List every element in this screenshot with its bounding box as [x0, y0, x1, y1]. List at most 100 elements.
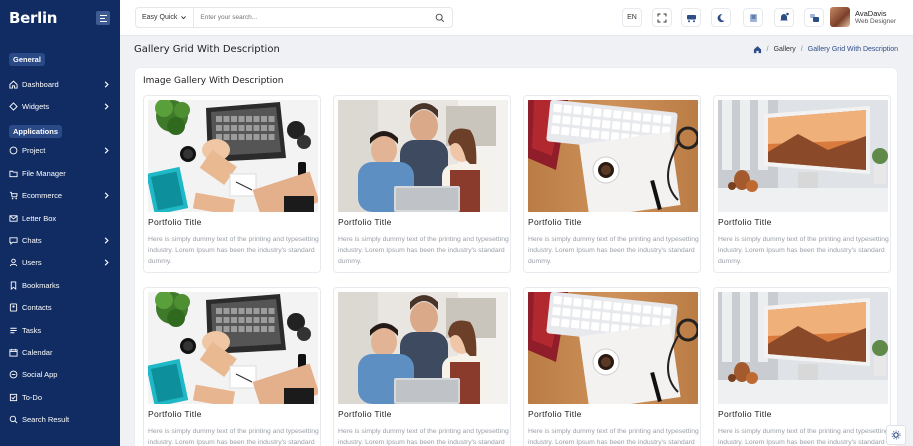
- gallery-item-title: Portfolio Title: [528, 217, 582, 227]
- gallery-item[interactable]: Portfolio Title Here is simply dummy text…: [143, 287, 321, 446]
- fullscreen-icon: [657, 13, 667, 22]
- gallery-item-description: Here is simply dummy text of the printin…: [718, 236, 889, 265]
- sidebar-item-label: Social App: [22, 370, 58, 380]
- todo-icon: [9, 393, 18, 402]
- gallery-item-description: Here is simply dummy text of the printin…: [148, 428, 319, 446]
- avatar: [830, 7, 850, 27]
- home-icon[interactable]: [753, 45, 762, 54]
- sidebar-item-label: Contacts: [22, 303, 52, 313]
- chevron-right-icon: [102, 236, 111, 245]
- sidebar-item-label: Bookmarks: [22, 280, 60, 290]
- fullscreen-button[interactable]: [652, 8, 672, 27]
- gallery-card: Image Gallery With Description Portfolio…: [134, 67, 898, 446]
- sidebar-item-label: Users: [22, 258, 42, 268]
- sidebar-item-file-manager[interactable]: File Manager: [0, 162, 120, 184]
- sidebar-item-chats[interactable]: Chats: [0, 229, 120, 251]
- search-button[interactable]: [432, 13, 448, 23]
- cart-button[interactable]: [681, 8, 701, 27]
- gallery-item-description: Here is simply dummy text of the printin…: [148, 236, 319, 265]
- search-scope-dropdown[interactable]: Easy Quick: [136, 8, 195, 27]
- social-icon: [9, 370, 18, 379]
- brand-logo[interactable]: Berlin: [9, 9, 57, 27]
- sidebar-item-ecommerce[interactable]: Ecommerce: [0, 185, 120, 207]
- top-header: Easy Quick EN AvaDavis Web Designer: [120, 0, 913, 36]
- sidebar-item-label: File Manager: [22, 168, 66, 178]
- gallery-item[interactable]: Portfolio Title Here is simply dummy text…: [333, 95, 511, 273]
- gallery-item-description: Here is simply dummy text of the printin…: [338, 236, 509, 265]
- bookmark-button[interactable]: [743, 8, 763, 27]
- sidebar-item-label: Chats: [22, 236, 42, 246]
- gallery-image-monitor-desk[interactable]: [718, 100, 888, 212]
- sidebar-item-label: Search Result: [22, 415, 70, 425]
- sidebar-item-search-result[interactable]: Search Result: [0, 408, 120, 430]
- sidebar-item-bookmarks[interactable]: Bookmarks: [0, 274, 120, 296]
- search-input[interactable]: [194, 8, 432, 27]
- mail-icon: [9, 214, 18, 223]
- message-icon: [809, 13, 819, 22]
- sidebar-item-widgets[interactable]: Widgets: [0, 95, 120, 117]
- gallery-image-people-laptop[interactable]: [338, 292, 508, 404]
- section-label-general: General: [9, 53, 45, 66]
- chevron-right-icon: [102, 258, 111, 267]
- chevron-down-icon: [181, 16, 187, 20]
- gallery-image-keyboard-coffee[interactable]: [528, 100, 698, 212]
- breadcrumb-current: Gallery Grid With Description: [807, 46, 898, 53]
- bookmark-icon: [749, 13, 757, 22]
- gallery-item-description: Here is simply dummy text of the printin…: [528, 236, 699, 265]
- gallery-item-title: Portfolio Title: [718, 409, 772, 419]
- user-role: Web Designer: [855, 17, 897, 25]
- sidebar-item-calendar[interactable]: Calendar: [0, 341, 120, 363]
- user-icon: [9, 258, 18, 267]
- gallery-image-workspace-desk[interactable]: [148, 292, 318, 404]
- gallery-item[interactable]: Portfolio Title Here is simply dummy text…: [713, 95, 891, 273]
- sidebar-item-project[interactable]: Project: [0, 140, 120, 162]
- gallery-image-keyboard-coffee[interactable]: [528, 292, 698, 404]
- breadcrumb: / Gallery / Gallery Grid With Descriptio…: [753, 45, 898, 54]
- page-title: Gallery Grid With Description: [134, 44, 280, 55]
- sidebar-item-users[interactable]: Users: [0, 252, 120, 274]
- sidebar-item-contacts[interactable]: Contacts: [0, 297, 120, 319]
- sidebar-item-dashboard[interactable]: Dashboard: [0, 73, 120, 95]
- chat-icon: [9, 236, 18, 245]
- sidebar-item-tasks[interactable]: Tasks: [0, 319, 120, 341]
- gallery-item[interactable]: Portfolio Title Here is simply dummy text…: [523, 287, 701, 446]
- gallery-card-title: Image Gallery With Description: [143, 76, 284, 86]
- gallery-image-workspace-desk[interactable]: [148, 100, 318, 212]
- chevron-right-icon: [102, 191, 111, 200]
- bookmark-icon: [9, 281, 18, 290]
- breadcrumb-separator: /: [800, 46, 803, 53]
- sidebar-item-label: Calendar: [22, 347, 53, 357]
- user-profile[interactable]: AvaDavis Web Designer: [830, 7, 896, 27]
- sidebar-item-social-app[interactable]: Social App: [0, 364, 120, 386]
- gallery-item[interactable]: Portfolio Title Here is simply dummy text…: [143, 95, 321, 273]
- cart-icon: [9, 191, 18, 200]
- messages-button[interactable]: [804, 8, 824, 27]
- breadcrumb-gallery-link[interactable]: Gallery: [774, 46, 796, 53]
- theme-toggle-button[interactable]: [711, 8, 731, 27]
- gallery-item[interactable]: Portfolio Title Here is simply dummy text…: [333, 287, 511, 446]
- project-icon: [9, 146, 18, 155]
- widgets-icon: [9, 102, 18, 111]
- gallery-item-description: Here is simply dummy text of the printin…: [338, 428, 509, 446]
- sidebar-item-to-do[interactable]: To-Do: [0, 386, 120, 408]
- notifications-button[interactable]: [774, 8, 794, 27]
- gallery-image-monitor-desk[interactable]: [718, 292, 888, 404]
- language-button[interactable]: EN: [622, 8, 642, 27]
- scroll-to-top-button[interactable]: [886, 425, 906, 445]
- home-icon: [9, 80, 18, 89]
- contacts-icon: [9, 303, 18, 312]
- tasks-icon: [9, 326, 18, 335]
- general-nav: Dashboard Widgets: [0, 73, 120, 118]
- gallery-item[interactable]: Portfolio Title Here is simply dummy text…: [713, 287, 891, 446]
- language-label: EN: [627, 14, 637, 21]
- section-label-applications: Applications: [9, 124, 63, 138]
- gallery-item-description: Here is simply dummy text of the printin…: [718, 428, 889, 446]
- settings-icon: [891, 430, 901, 440]
- menu-toggle-button[interactable]: [96, 11, 110, 25]
- chevron-right-icon: [102, 102, 111, 111]
- gallery-item[interactable]: Portfolio Title Here is simply dummy text…: [523, 95, 701, 273]
- sidebar-item-label: Letter Box: [22, 213, 57, 223]
- sidebar-item-letter-box[interactable]: Letter Box: [0, 207, 120, 229]
- search-icon: [9, 415, 18, 424]
- gallery-image-people-laptop[interactable]: [338, 100, 508, 212]
